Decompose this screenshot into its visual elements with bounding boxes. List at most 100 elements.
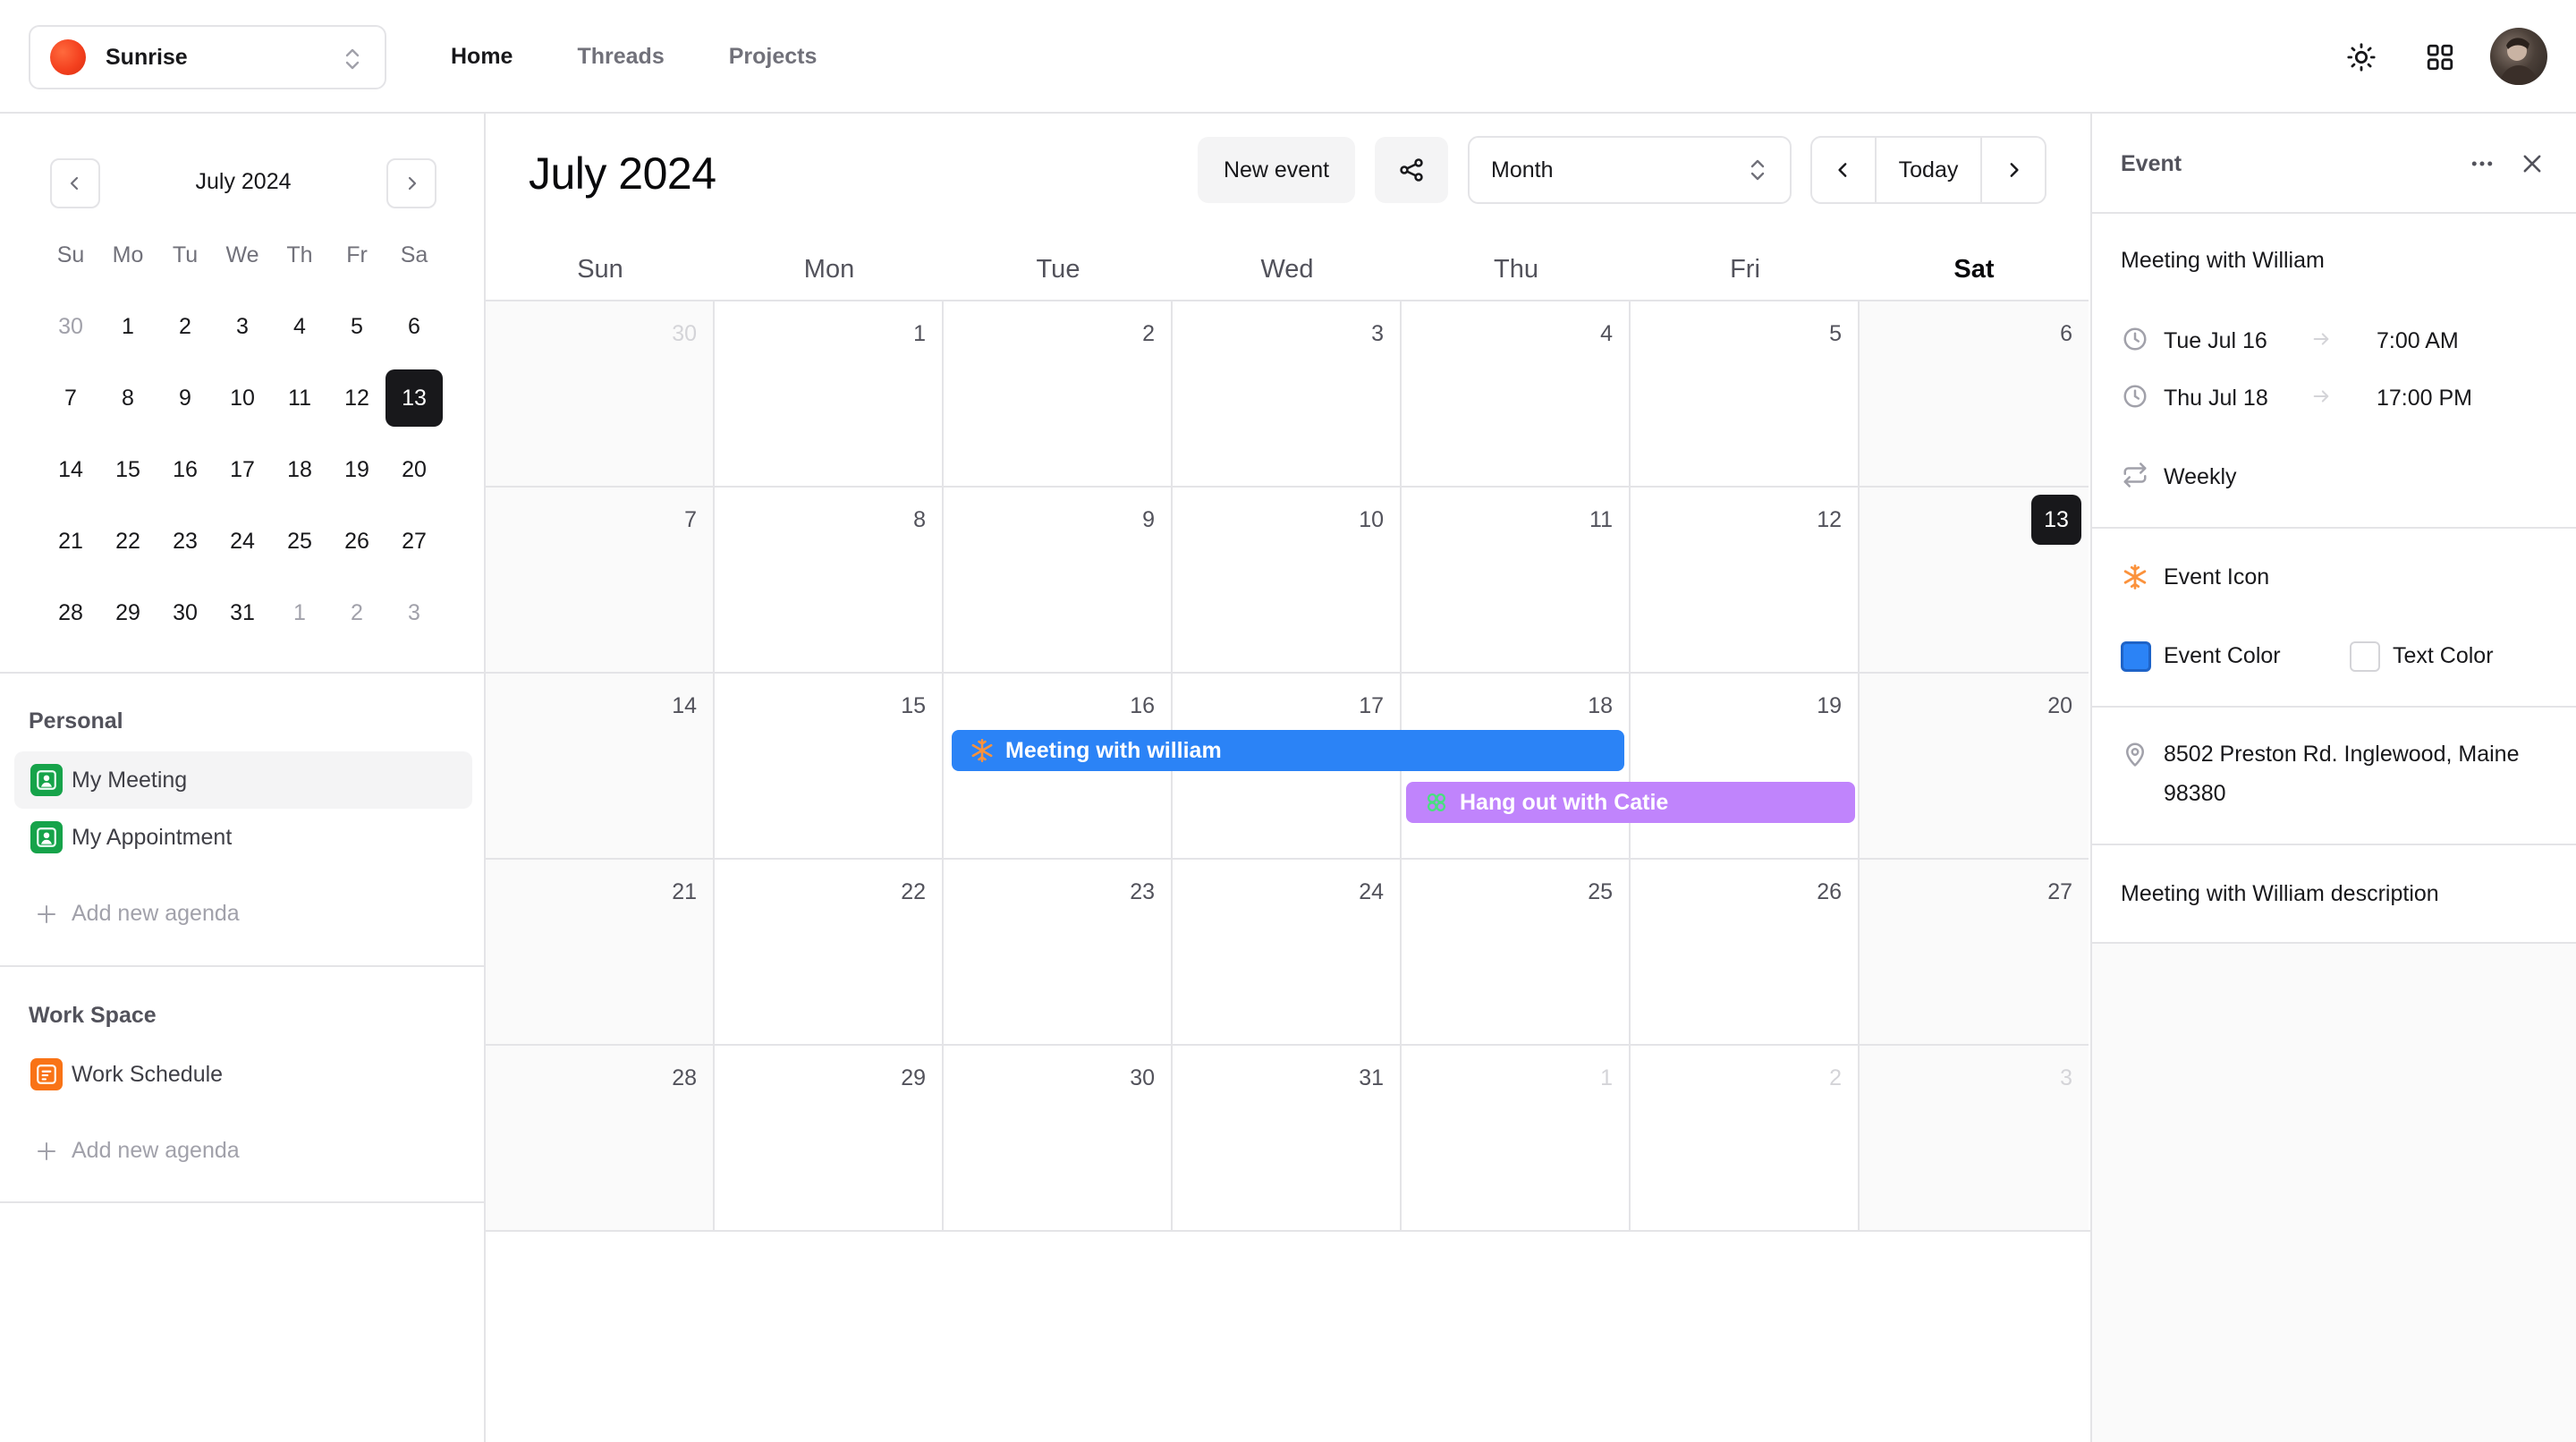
repeat-value[interactable]: Weekly [2164,464,2237,490]
mini-day[interactable]: 9 [157,369,214,427]
day-cell[interactable]: 23 [944,858,1173,1044]
mini-day[interactable]: 16 [157,441,214,498]
day-cell[interactable]: 1 [715,300,944,486]
day-cell[interactable]: 30 [944,1044,1173,1230]
day-cell[interactable]: 24 [1173,858,1402,1044]
mini-day[interactable]: 24 [214,513,271,570]
day-cell[interactable]: 30 [486,300,715,486]
mini-day[interactable]: 20 [386,441,443,498]
mini-day[interactable]: 7 [42,369,99,427]
location-line-1[interactable]: 8502 Preston Rd. Inglewood, Maine [2164,742,2519,768]
mini-day[interactable]: 19 [328,441,386,498]
day-cell[interactable]: 2 [1631,1044,1860,1230]
share-button[interactable] [1375,137,1448,203]
close-icon[interactable] [2518,149,2546,178]
mini-day[interactable]: 30 [157,584,214,641]
today-button[interactable]: Today [1875,138,1982,202]
day-cell[interactable]: 26 [1631,858,1860,1044]
mini-day[interactable]: 11 [271,369,328,427]
start-time[interactable]: 7:00 AM [2377,328,2459,354]
text-color-swatch[interactable] [2350,641,2380,672]
day-cell[interactable]: 1 [1402,1044,1631,1230]
day-cell[interactable]: 22 [715,858,944,1044]
nav-home[interactable]: Home [451,44,513,70]
mini-day[interactable]: 23 [157,513,214,570]
mini-day[interactable]: 17 [214,441,271,498]
mini-day[interactable]: 1 [99,298,157,355]
start-date[interactable]: Tue Jul 16 [2164,328,2267,354]
day-cell[interactable]: 20 [1860,672,2089,858]
end-date[interactable]: Thu Jul 18 [2164,386,2268,411]
day-cell[interactable]: 21 [486,858,715,1044]
mini-day[interactable]: 28 [42,584,99,641]
mini-day[interactable]: 3 [214,298,271,355]
mini-day[interactable]: 4 [271,298,328,355]
day-cell[interactable]: 15 [715,672,944,858]
day-cell[interactable]: 9 [944,486,1173,672]
day-cell[interactable]: 4 [1402,300,1631,486]
day-cell[interactable]: 31 [1173,1044,1402,1230]
day-cell[interactable]: 25 [1402,858,1631,1044]
event-hang-out-with-catie[interactable]: Hang out with Catie [1406,782,1855,823]
mini-day[interactable]: 26 [328,513,386,570]
agenda-work-schedule[interactable]: Work Schedule [14,1046,472,1103]
day-cell[interactable]: 8 [715,486,944,672]
mini-day[interactable]: 2 [328,584,386,641]
day-cell[interactable]: 11 [1402,486,1631,672]
event-meeting-with-william[interactable]: Meeting with william [952,730,1624,771]
day-cell[interactable]: 6 [1860,300,2089,486]
add-agenda-work[interactable]: Add new agenda [36,1138,240,1164]
day-cell[interactable]: 3 [1173,300,1402,486]
mini-day[interactable]: 10 [214,369,271,427]
prev-month-button[interactable] [1812,138,1875,202]
mini-day[interactable]: 8 [99,369,157,427]
event-description[interactable]: Meeting with William description [2121,881,2439,907]
day-cell[interactable]: 3 [1860,1044,2089,1230]
workspace-switcher[interactable]: Sunrise [29,25,386,89]
nav-threads[interactable]: Threads [577,44,664,70]
snowflake-icon[interactable] [2121,563,2149,591]
location-line-2[interactable]: 98380 [2164,781,2226,807]
sun-icon[interactable] [2343,39,2379,75]
day-cell[interactable]: 29 [715,1044,944,1230]
mini-day[interactable]: 14 [42,441,99,498]
mini-day[interactable]: 12 [328,369,386,427]
day-cell[interactable]: 7 [486,486,715,672]
new-event-button[interactable]: New event [1198,137,1355,203]
day-cell[interactable]: 10 [1173,486,1402,672]
day-cell[interactable]: 2 [944,300,1173,486]
day-cell[interactable]: 19 [1631,672,1860,858]
mini-day[interactable]: 27 [386,513,443,570]
agenda-my-meeting[interactable]: My Meeting [14,751,472,809]
mini-day[interactable]: 5 [328,298,386,355]
mini-day[interactable]: 30 [42,298,99,355]
view-select[interactable]: Month [1468,136,1792,204]
mini-day[interactable]: 15 [99,441,157,498]
mini-day[interactable]: 18 [271,441,328,498]
more-horizontal-icon[interactable] [2468,149,2496,178]
agenda-my-appointment[interactable]: My Appointment [14,809,472,866]
day-cell[interactable]: 27 [1860,858,2089,1044]
nav-projects[interactable]: Projects [729,44,818,70]
mini-day[interactable]: 22 [99,513,157,570]
mini-day[interactable]: 21 [42,513,99,570]
day-cell[interactable]: 14 [486,672,715,858]
day-cell[interactable]: 28 [486,1044,715,1230]
grid-icon[interactable] [2422,39,2458,75]
day-cell[interactable]: 12 [1631,486,1860,672]
mini-day[interactable]: 31 [214,584,271,641]
mini-day[interactable]: 6 [386,298,443,355]
mini-next-button[interactable] [386,158,436,208]
mini-day[interactable]: 29 [99,584,157,641]
next-month-button[interactable] [1982,138,2045,202]
end-time[interactable]: 17:00 PM [2377,386,2472,411]
avatar[interactable] [2490,28,2547,85]
mini-day[interactable]: 1 [271,584,328,641]
mini-day[interactable]: 2 [157,298,214,355]
mini-day[interactable]: 13 [386,369,443,427]
event-color-swatch[interactable] [2121,641,2151,672]
mini-day[interactable]: 25 [271,513,328,570]
day-cell[interactable]: 13 [1860,486,2089,672]
mini-day[interactable]: 3 [386,584,443,641]
event-title[interactable]: Meeting with William [2121,248,2325,274]
